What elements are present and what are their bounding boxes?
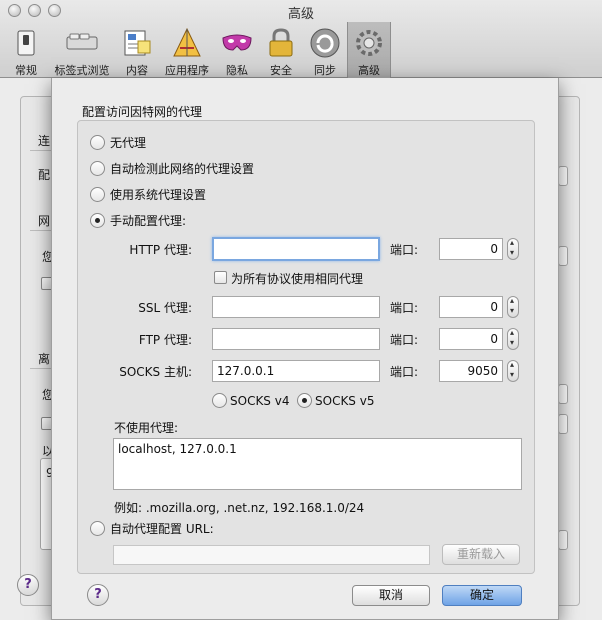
bg-edge-button bbox=[558, 414, 568, 434]
socks-port-stepper[interactable] bbox=[507, 360, 519, 382]
content-icon bbox=[124, 30, 151, 56]
help-button[interactable]: ? bbox=[87, 584, 109, 606]
radio-button[interactable] bbox=[90, 135, 105, 150]
radio-button[interactable] bbox=[90, 161, 105, 176]
radio-button[interactable] bbox=[90, 521, 105, 536]
radio-socks-v4[interactable]: SOCKS v4 bbox=[212, 393, 289, 408]
ssl-port-input[interactable] bbox=[439, 296, 503, 318]
toolbar-item-general[interactable]: 常规 bbox=[4, 26, 48, 77]
advanced-gear-icon bbox=[356, 30, 382, 56]
socks-host-label: SOCKS 主机: bbox=[119, 365, 192, 379]
socks-port-input[interactable] bbox=[439, 360, 503, 382]
no-proxy-for-label: 不使用代理: bbox=[114, 421, 179, 435]
ssl-port-stepper[interactable] bbox=[507, 296, 519, 318]
socks-host-input[interactable] bbox=[212, 360, 380, 382]
bg-edge-button bbox=[558, 246, 568, 266]
auto-proxy-url-input[interactable] bbox=[113, 545, 430, 565]
bg-label-config: 配 bbox=[38, 168, 51, 182]
http-port-label: 端口: bbox=[390, 243, 419, 257]
radio-auto-detect[interactable]: 自动检测此网络的代理设置 bbox=[90, 160, 254, 177]
ssl-port-label: 端口: bbox=[390, 301, 419, 315]
sync-icon bbox=[310, 28, 340, 58]
window-titlebar: 高级 常规 标签式浏览 内容 应用程序 隐私 安全 同步 高级 bbox=[0, 0, 602, 78]
cancel-button[interactable]: 取消 bbox=[352, 585, 430, 606]
proxy-options-group: 无代理 自动检测此网络的代理设置 使用系统代理设置 手动配置代理: HTTP 代… bbox=[77, 120, 535, 574]
security-lock-icon bbox=[269, 28, 293, 57]
same-proxy-checkbox[interactable] bbox=[214, 271, 227, 284]
bg-label-connection: 连 bbox=[38, 134, 51, 148]
sheet-title: 配置访问因特网的代理 bbox=[82, 105, 203, 119]
ftp-port-input[interactable] bbox=[439, 328, 503, 350]
bg-edge-button bbox=[558, 530, 568, 550]
proxy-settings-sheet: 配置访问因特网的代理 无代理 自动检测此网络的代理设置 使用系统代理设置 手动配… bbox=[51, 78, 559, 620]
radio-button-selected[interactable] bbox=[90, 213, 105, 228]
no-proxy-example: 例如: .mozilla.org, .net.nz, 192.168.1.0/2… bbox=[114, 501, 365, 515]
ftp-proxy-input[interactable] bbox=[212, 328, 380, 350]
toolbar-item-privacy[interactable]: 隐私 bbox=[218, 26, 256, 77]
toolbar-item-content[interactable]: 内容 bbox=[118, 26, 156, 77]
radio-button-selected[interactable] bbox=[297, 393, 312, 408]
bg-edge-button bbox=[558, 166, 568, 186]
window-title: 高级 bbox=[287, 7, 314, 22]
bg-label-network: 网 bbox=[38, 214, 51, 228]
radio-socks-v5[interactable]: SOCKS v5 bbox=[297, 393, 374, 408]
tabs-icon bbox=[66, 33, 98, 50]
bg-divider bbox=[30, 230, 52, 231]
privacy-mask-icon bbox=[222, 34, 252, 51]
radio-button[interactable] bbox=[212, 393, 227, 408]
bg-divider bbox=[30, 368, 52, 369]
no-proxy-for-textarea[interactable]: localhost, 127.0.0.1 bbox=[113, 438, 522, 490]
radio-system-proxy[interactable]: 使用系统代理设置 bbox=[90, 186, 206, 203]
radio-manual-proxy[interactable]: 手动配置代理: bbox=[90, 212, 186, 229]
toolbar-item-advanced[interactable]: 高级 bbox=[347, 22, 391, 78]
ftp-port-stepper[interactable] bbox=[507, 328, 519, 350]
toolbar-item-tabs[interactable]: 标签式浏览 bbox=[50, 26, 114, 77]
ssl-proxy-label: SSL 代理: bbox=[138, 301, 192, 315]
ftp-proxy-label: FTP 代理: bbox=[138, 333, 192, 347]
toolbar-item-applications[interactable]: 应用程序 bbox=[160, 26, 214, 77]
bg-label-offline: 离 bbox=[38, 352, 51, 366]
bg-divider bbox=[30, 150, 52, 151]
http-proxy-input[interactable] bbox=[212, 237, 380, 261]
ftp-port-label: 端口: bbox=[390, 333, 419, 347]
socks-port-label: 端口: bbox=[390, 365, 419, 379]
radio-no-proxy[interactable]: 无代理 bbox=[90, 134, 146, 151]
toolbar-item-sync[interactable]: 同步 bbox=[305, 26, 345, 77]
bg-help-button: ? bbox=[17, 574, 39, 596]
same-proxy-label: 为所有协议使用相同代理 bbox=[231, 272, 364, 286]
http-port-input[interactable] bbox=[439, 238, 503, 260]
toolbar-item-security[interactable]: 安全 bbox=[262, 26, 300, 77]
radio-auto-proxy-url[interactable]: 自动代理配置 URL: bbox=[90, 520, 214, 537]
radio-button[interactable] bbox=[90, 187, 105, 202]
reload-button[interactable]: 重新载入 bbox=[442, 544, 520, 565]
http-port-stepper[interactable] bbox=[507, 238, 519, 260]
general-switch-icon bbox=[17, 30, 35, 56]
ok-button[interactable]: 确定 bbox=[442, 585, 522, 606]
ssl-proxy-input[interactable] bbox=[212, 296, 380, 318]
applications-icon bbox=[173, 27, 201, 57]
bg-edge-button bbox=[558, 384, 568, 404]
http-proxy-label: HTTP 代理: bbox=[129, 243, 192, 257]
